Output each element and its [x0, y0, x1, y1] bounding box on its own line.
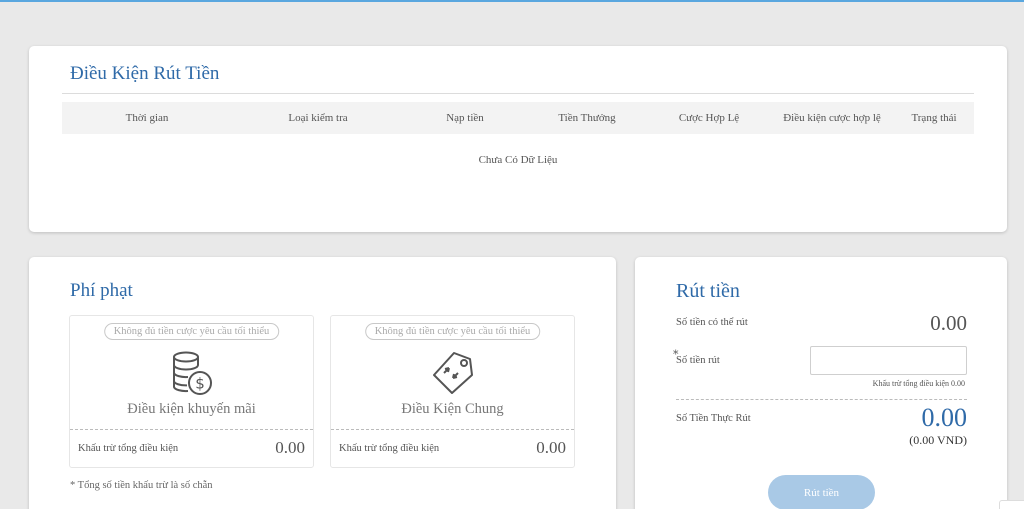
deduction-hint: Khấu trừ tổng điều kiện 0.00: [872, 379, 965, 388]
conditions-table-header: Thời gian Loại kiểm tra Nạp tiền Tiền Th…: [62, 102, 974, 134]
column-status: Trạng thái: [911, 112, 957, 124]
withdraw-divider: [676, 399, 967, 400]
svg-text:$: $: [195, 375, 205, 393]
penalty-note: * Tổng số tiền khấu trừ là số chẵn: [70, 480, 213, 491]
withdraw-amount-input[interactable]: [810, 346, 967, 375]
column-check-type: Loại kiểm tra: [288, 112, 348, 124]
corner-widget[interactable]: [999, 500, 1024, 509]
actual-amount-label: Số Tiền Thực Rút: [676, 413, 751, 424]
penalty-card: Phí phạt Không đủ tiền cược yêu cầu tối …: [29, 257, 616, 509]
withdraw-submit-button[interactable]: Rút tiền: [768, 475, 875, 509]
withdraw-conditions-card: Điều Kiện Rút Tiền Thời gian Loại kiểm t…: [29, 46, 1007, 232]
general-condition-box: Không đủ tiền cược yêu cầu tối thiểu Điề…: [330, 315, 575, 468]
promotion-condition-box: Không đủ tiền cược yêu cầu tối thiểu $ Đ…: [69, 315, 314, 468]
column-valid-bet-condition: Điều kiện cược hợp lệ: [783, 112, 881, 124]
deduction-value: 0.00: [275, 438, 305, 457]
title-divider: [62, 93, 974, 94]
deduction-label: Khấu trừ tổng điều kiện: [78, 443, 179, 454]
price-tag-icon: [430, 349, 476, 399]
deduction-label: Khấu trừ tổng điều kiện: [339, 443, 440, 454]
promotion-condition-label: Điều kiện khuyến mãi: [127, 401, 256, 417]
column-bonus: Tiền Thưởng: [558, 112, 616, 124]
actual-amount-vnd: (0.00 VND): [909, 433, 967, 447]
available-amount-label: Số tiền có thể rút: [676, 317, 748, 328]
withdraw-amount-label: Số tiền rút: [676, 355, 720, 366]
empty-table-message: Chưa Có Dữ Liệu: [478, 154, 558, 166]
insufficient-bet-badge: Không đủ tiền cược yêu cầu tối thiểu: [364, 323, 541, 340]
general-condition-label: Điều Kiện Chung: [401, 401, 504, 417]
column-deposit: Nạp tiền: [446, 112, 484, 124]
available-amount-value: 0.00: [930, 311, 967, 335]
column-valid-bet: Cược Hợp Lệ: [678, 112, 740, 124]
general-deduction-row: Khấu trừ tổng điều kiện 0.00: [331, 429, 574, 469]
actual-amount-value: 0.00: [921, 403, 968, 432]
coins-dollar-icon: $: [169, 349, 215, 403]
withdraw-card: Rút tiền Số tiền có thể rút 0.00 * Số ti…: [635, 257, 1007, 509]
deduction-value: 0.00: [536, 438, 566, 457]
top-accent-line: [0, 0, 1024, 2]
penalty-title: Phí phạt: [70, 280, 133, 301]
column-time: Thời gian: [125, 112, 169, 124]
withdraw-title: Rút tiền: [676, 280, 740, 302]
insufficient-bet-badge: Không đủ tiền cược yêu cầu tối thiểu: [103, 323, 280, 340]
conditions-title: Điều Kiện Rút Tiền: [70, 63, 220, 84]
promotion-deduction-row: Khấu trừ tổng điều kiện 0.00: [70, 429, 313, 469]
